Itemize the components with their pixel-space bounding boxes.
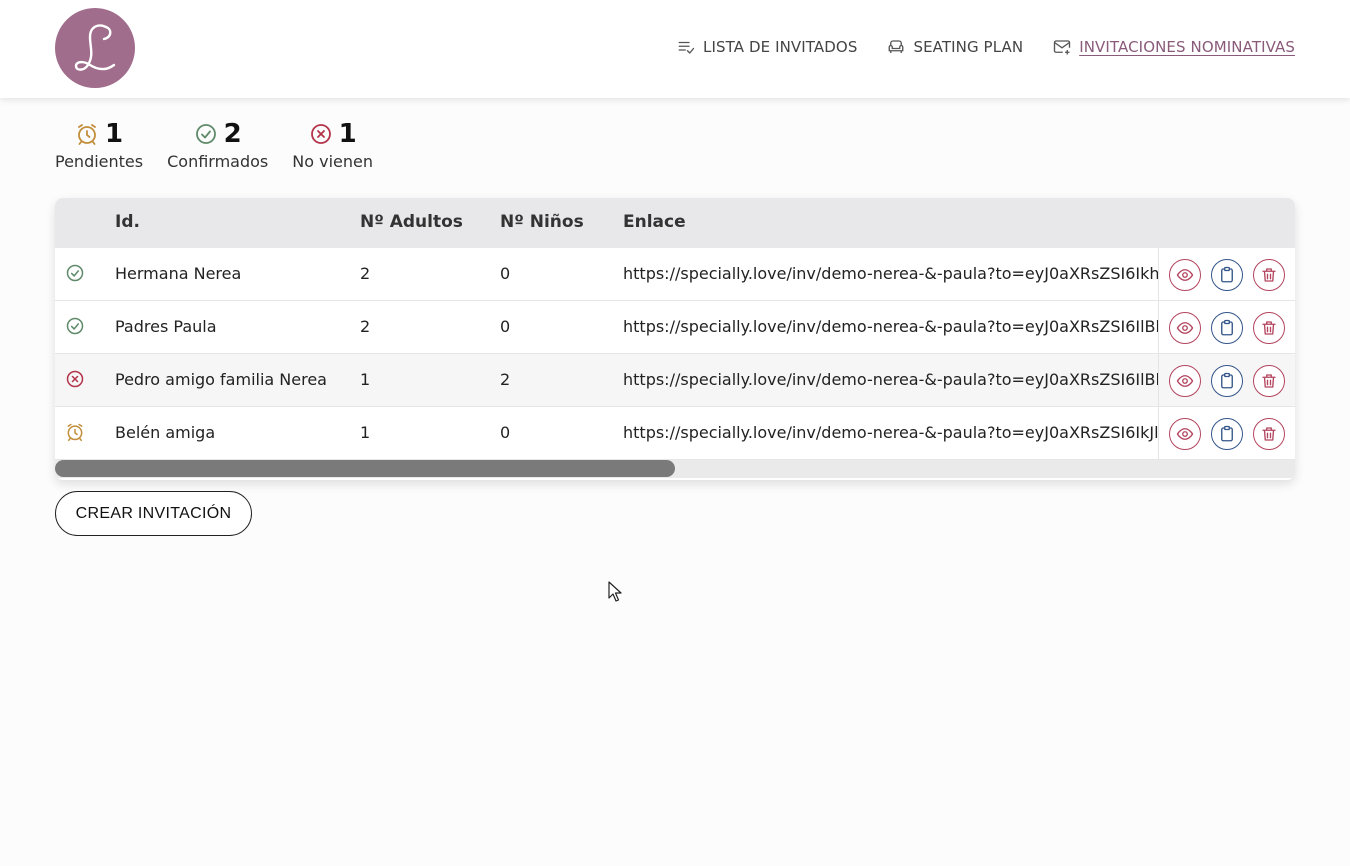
row-actions xyxy=(1158,301,1295,354)
col-header-id[interactable]: Id. xyxy=(115,212,355,232)
check-circle-icon xyxy=(66,264,84,282)
copy-link-button[interactable] xyxy=(1211,258,1243,291)
nav-seating-plan[interactable]: SEATING PLAN xyxy=(887,38,1023,56)
copy-link-button[interactable] xyxy=(1211,311,1243,344)
list-check-icon xyxy=(678,41,695,54)
eye-icon xyxy=(1176,268,1194,281)
copy-link-button[interactable] xyxy=(1211,417,1243,450)
nav-label: SEATING PLAN xyxy=(913,38,1024,56)
col-header-kids[interactable]: Nº Niños xyxy=(500,212,600,232)
nav-label: LISTA DE INVITADOS xyxy=(703,38,858,56)
row-actions xyxy=(1158,354,1295,407)
view-button[interactable] xyxy=(1169,258,1201,291)
row-actions xyxy=(1158,248,1295,301)
view-button[interactable] xyxy=(1169,364,1201,397)
invitation-link[interactable]: https://specially.love/inv/demo-nerea-&-… xyxy=(623,423,1158,442)
clipboard-icon xyxy=(1221,425,1233,441)
nav-label: INVITACIONES NOMINATIVAS xyxy=(1079,38,1295,56)
kids-count: 0 xyxy=(500,317,511,336)
x-circle-icon xyxy=(310,124,331,144)
adults-count: 2 xyxy=(360,317,371,336)
view-button[interactable] xyxy=(1169,311,1201,344)
adults-count: 1 xyxy=(360,423,371,442)
col-header-adults[interactable]: Nº Adultos xyxy=(360,212,480,232)
horizontal-scrollbar-thumb[interactable] xyxy=(55,460,675,477)
delete-button[interactable] xyxy=(1253,258,1285,291)
alarm-clock-icon xyxy=(78,124,96,145)
clipboard-icon xyxy=(1221,266,1233,282)
kids-count: 0 xyxy=(500,423,511,442)
delete-button[interactable] xyxy=(1253,417,1285,450)
invitation-link[interactable]: https://specially.love/inv/demo-nerea-&-… xyxy=(623,264,1158,283)
logo-l-monogram xyxy=(74,24,116,71)
guest-id: Pedro amigo familia Nerea xyxy=(115,370,327,389)
status-icon xyxy=(65,316,87,340)
trash-icon xyxy=(1262,373,1276,388)
eye-icon xyxy=(1176,321,1194,334)
status-icon xyxy=(65,369,87,393)
trash-icon xyxy=(1262,426,1276,441)
stat-label: No vienen xyxy=(292,152,373,171)
stat-confirmed: 2 Confirmados xyxy=(167,118,268,171)
invitations-table: Id. Nº Adultos Nº Niños Enlace Hermana N… xyxy=(55,198,1295,480)
status-icon xyxy=(65,263,87,287)
guest-id: Hermana Nerea xyxy=(115,264,242,283)
create-invitation-button[interactable]: CREAR INVITACIÓN xyxy=(55,491,252,536)
check-circle-icon xyxy=(195,124,216,144)
nav-nominal-invitations[interactable]: INVITACIONES NOMINATIVAS xyxy=(1053,38,1295,56)
trash-icon xyxy=(1262,320,1276,335)
table-row[interactable]: Padres Paula 2 0 https://specially.love/… xyxy=(55,301,1295,354)
adults-count: 1 xyxy=(360,370,371,389)
delete-button[interactable] xyxy=(1253,311,1285,344)
view-button[interactable] xyxy=(1169,417,1201,450)
table-row[interactable]: Belén amiga 1 0 https://specially.love/i… xyxy=(55,407,1295,460)
delete-button[interactable] xyxy=(1253,364,1285,397)
kids-count: 0 xyxy=(500,264,511,283)
mail-plus-icon xyxy=(1054,40,1071,55)
nav-guest-list[interactable]: LISTA DE INVITADOS xyxy=(677,38,857,56)
eye-icon xyxy=(1176,427,1194,440)
mouse-cursor-icon xyxy=(608,581,622,602)
rsvp-summary: 1 Pendientes 2 Confirmados 1 No vienen xyxy=(55,118,373,171)
guest-id: Belén amiga xyxy=(115,423,216,442)
stat-declined: 1 No vienen xyxy=(292,118,373,171)
eye-icon xyxy=(1176,374,1194,387)
adults-count: 2 xyxy=(360,264,371,283)
kids-count: 2 xyxy=(500,370,511,389)
table-row[interactable]: Hermana Nerea 2 0 https://specially.love… xyxy=(55,248,1295,301)
invitation-link[interactable]: https://specially.love/inv/demo-nerea-&-… xyxy=(623,317,1158,336)
stat-label: Pendientes xyxy=(55,152,144,171)
copy-link-button[interactable] xyxy=(1211,364,1243,397)
invitation-link[interactable]: https://specially.love/inv/demo-nerea-&-… xyxy=(623,370,1158,389)
trash-icon xyxy=(1262,267,1276,282)
stat-count: 1 xyxy=(105,119,124,149)
clipboard-icon xyxy=(1221,319,1233,335)
alarm-clock-icon xyxy=(67,423,83,442)
x-circle-icon xyxy=(66,370,84,388)
stat-count: 1 xyxy=(338,119,357,149)
status-icon xyxy=(65,422,87,446)
table-row[interactable]: Pedro amigo familia Nerea 1 2 https://sp… xyxy=(55,354,1295,407)
guest-id: Padres Paula xyxy=(115,317,217,336)
clipboard-icon xyxy=(1221,372,1233,388)
armchair-icon xyxy=(889,40,904,53)
check-circle-icon xyxy=(66,317,84,335)
table-header: Id. Nº Adultos Nº Niños Enlace xyxy=(55,198,1295,248)
row-actions xyxy=(1158,407,1295,460)
col-header-link[interactable]: Enlace xyxy=(623,212,1158,232)
stat-pending: 1 Pendientes xyxy=(55,118,143,171)
logo[interactable] xyxy=(55,8,135,88)
app-header: LISTA DE INVITADOS SEATING PLAN INVITACI… xyxy=(0,0,1350,98)
main-nav: LISTA DE INVITADOS SEATING PLAN INVITACI… xyxy=(677,38,1295,56)
stat-count: 2 xyxy=(223,119,242,149)
stat-label: Confirmados xyxy=(167,152,269,171)
